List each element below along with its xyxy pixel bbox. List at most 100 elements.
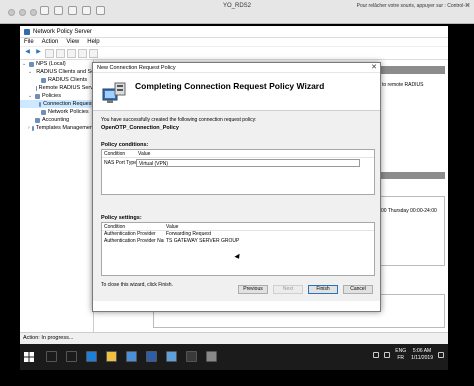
- windows-start-icon[interactable]: [24, 352, 34, 362]
- server-manager-icon[interactable]: [126, 351, 137, 362]
- nps-icon[interactable]: [166, 351, 177, 362]
- system-tray: ENG FR 5:06 AM 1/11/2019: [373, 348, 444, 362]
- folder-icon: [41, 109, 46, 115]
- tree-item[interactable]: Remote RADIUS Serv: [20, 84, 93, 92]
- wizard-computer-icon: [102, 82, 126, 103]
- search-icon[interactable]: [46, 351, 57, 362]
- policy-name: OpenOTP_Connection_Policy: [101, 125, 179, 131]
- tree-item[interactable]: Connection Request: [20, 100, 93, 108]
- tree-item[interactable]: ⌄ Policies: [20, 92, 93, 100]
- setting-name: Authentication Provider Name: [104, 238, 164, 244]
- properties-icon[interactable]: [78, 48, 87, 58]
- mmc-icon[interactable]: [206, 351, 217, 362]
- finish-button[interactable]: Finish: [308, 285, 338, 294]
- clock[interactable]: 5:06 AM 1/11/2019: [411, 348, 433, 362]
- network-icon[interactable]: [373, 352, 380, 358]
- tree-item-label: Accounting: [42, 117, 70, 123]
- success-message: You have successfully created the follow…: [101, 117, 257, 123]
- folder-icon: [35, 93, 40, 99]
- language-code: ENG: [395, 348, 407, 354]
- folder-icon: [29, 61, 34, 67]
- up-level-icon[interactable]: [45, 48, 54, 58]
- minimize-light-icon[interactable]: [19, 9, 26, 16]
- vm-title-bar: YO_RDS2 Pour relâcher votre souris, appu…: [0, 0, 474, 24]
- setting-value: Forwarding Request: [166, 231, 212, 237]
- mouse-release-hint: Pour relâcher votre souris, appuyer sur …: [356, 3, 470, 9]
- console-title-bar: Network Policy Server: [20, 26, 448, 38]
- condition-name: NAS Port Type: [104, 160, 136, 166]
- tree-item[interactable]: Network Policies: [20, 108, 93, 116]
- wizard-buttons: Previous Next Finish Cancel: [93, 285, 382, 299]
- next-button[interactable]: Next: [273, 285, 303, 294]
- help-icon[interactable]: [67, 48, 76, 58]
- keyboard-layout: FR: [397, 355, 405, 361]
- conditions-label: Policy conditions:: [101, 142, 149, 148]
- condition-value: Virtual (VPN): [136, 159, 360, 167]
- navigation-tree: ⌄ NPS (Local) ⌄ RADIUS Clients and Serv RADI…: [20, 60, 94, 332]
- details-date-text: 00 Thursday 00:00-24:00: [381, 208, 437, 214]
- expand-icon[interactable]: ⌄: [22, 60, 27, 68]
- conditions-header: Condition Value: [102, 150, 374, 158]
- tree-item-label: NPS (Local): [36, 61, 66, 67]
- column-header-condition[interactable]: Condition: [102, 150, 136, 157]
- folder-icon: [38, 101, 42, 107]
- export-icon[interactable]: [89, 48, 98, 58]
- column-header-condition[interactable]: Condition: [102, 223, 164, 230]
- cancel-button[interactable]: Cancel: [343, 285, 373, 294]
- volume-icon[interactable]: [384, 352, 391, 358]
- show-tree-icon[interactable]: [56, 48, 65, 58]
- notifications-icon[interactable]: [438, 352, 444, 358]
- edge-icon[interactable]: [86, 351, 97, 362]
- back-arrow-icon[interactable]: ◀: [23, 49, 32, 58]
- menu-file[interactable]: File: [24, 39, 34, 45]
- clock-time: 5:06 AM: [412, 348, 432, 354]
- list-item[interactable]: Authentication Provider Name TS GATEWAY …: [102, 238, 374, 245]
- menu-action[interactable]: Action: [42, 39, 59, 45]
- tree-item-label: Policies: [42, 93, 61, 99]
- menu-help[interactable]: Help: [87, 39, 99, 45]
- column-header-value[interactable]: Value: [136, 150, 374, 157]
- tree-item-label: RADIUS Clients: [48, 77, 88, 83]
- nps-icon: [24, 28, 30, 35]
- tree-item[interactable]: ⌄ NPS (Local): [20, 60, 93, 68]
- console-title: Network Policy Server: [33, 28, 93, 35]
- folder-icon: [41, 77, 46, 83]
- expand-icon[interactable]: ⌄: [28, 92, 33, 100]
- wizard-body: You have successfully created the follow…: [93, 111, 380, 301]
- zoom-light-icon[interactable]: [30, 9, 37, 16]
- folder-icon: [31, 125, 34, 131]
- list-item[interactable]: Authentication Provider Forwarding Reque…: [102, 231, 374, 238]
- settings-label: Policy settings:: [101, 215, 142, 221]
- settings-list[interactable]: Condition Value Authentication Provider …: [101, 222, 375, 276]
- explorer-icon[interactable]: [106, 351, 117, 362]
- input-language[interactable]: ENG FR: [395, 348, 406, 362]
- guest-screen: Network Policy Server File Action View H…: [20, 26, 448, 370]
- setting-value: TS GATEWAY SERVER GROUP: [166, 238, 240, 244]
- menu-view[interactable]: View: [66, 39, 79, 45]
- taskbar: ENG FR 5:06 AM 1/11/2019: [20, 344, 448, 370]
- expand-icon[interactable]: ⌄: [28, 68, 32, 76]
- settings-header: Condition Value: [102, 223, 374, 231]
- close-light-icon[interactable]: [8, 9, 15, 16]
- powershell-icon[interactable]: [146, 351, 157, 362]
- cmd-icon[interactable]: [186, 351, 197, 362]
- dialog-title-bar: New Connection Request Policy ✕: [93, 63, 380, 73]
- conditions-list[interactable]: Condition Value NAS Port Type Virtual (V…: [101, 149, 375, 195]
- close-icon[interactable]: ✕: [371, 63, 377, 73]
- clock-date: 1/11/2019: [411, 355, 433, 361]
- dialog-title: New Connection Request Policy: [97, 65, 176, 71]
- tree-item[interactable]: ⌄ RADIUS Clients and Serv: [20, 68, 93, 76]
- task-view-icon[interactable]: [66, 351, 77, 362]
- window-controls[interactable]: [8, 9, 37, 16]
- details-text: to remote RADIUS: [382, 82, 424, 88]
- column-header-value[interactable]: Value: [164, 223, 374, 230]
- tree-item-label: Templates Managemen: [35, 125, 93, 131]
- tree-item-label: Connection Request: [43, 101, 93, 107]
- expand-icon[interactable]: ›: [28, 124, 30, 132]
- list-item[interactable]: NAS Port Type Virtual (VPN): [102, 159, 374, 167]
- tree-item[interactable]: › Templates Managemen: [20, 124, 93, 132]
- tree-item[interactable]: Accounting: [20, 116, 93, 124]
- previous-button[interactable]: Previous: [238, 285, 268, 294]
- forward-arrow-icon[interactable]: ▶: [34, 49, 43, 58]
- tree-item[interactable]: RADIUS Clients: [20, 76, 93, 84]
